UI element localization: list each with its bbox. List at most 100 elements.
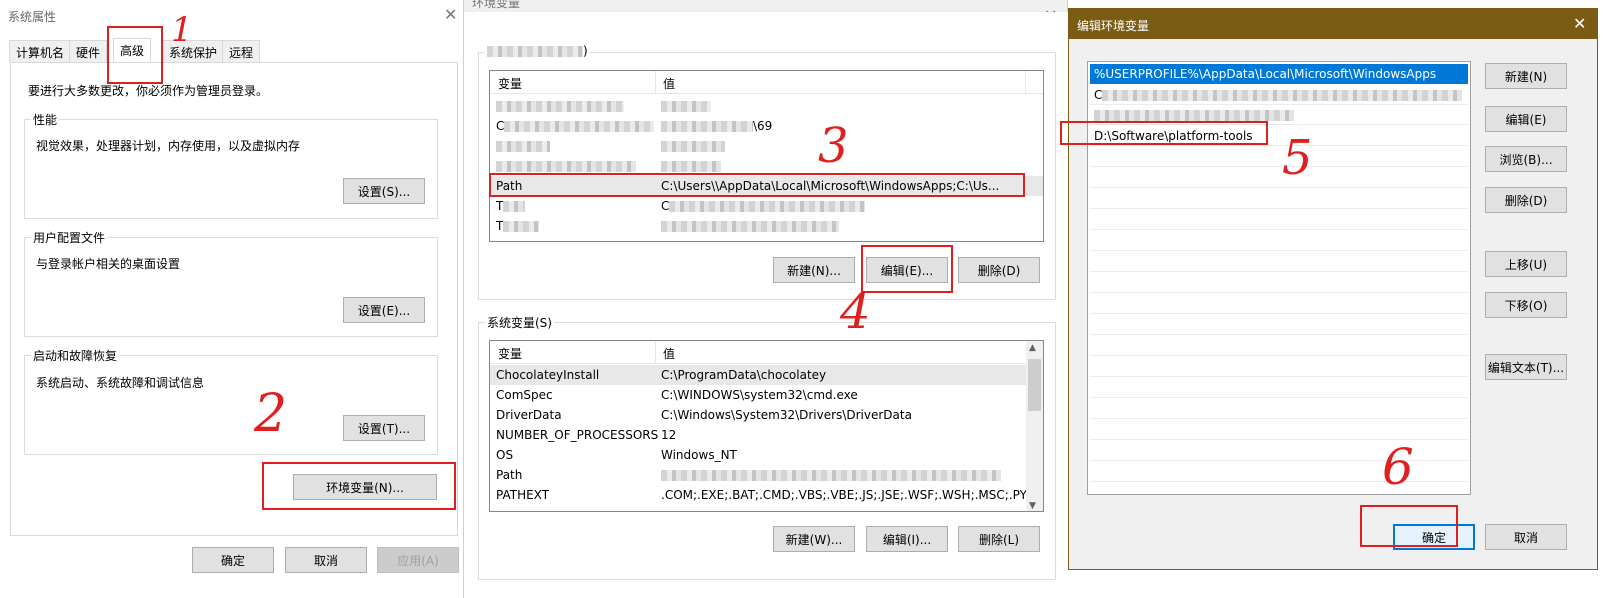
cell-value: .COM;.EXE;.BAT;.CMD;.VBS;.VBE;.JS;.JSE;.… bbox=[661, 488, 1044, 502]
title-bar: 系统属性 ✕ bbox=[0, 0, 464, 30]
system-new-button[interactable]: 新建(W)... bbox=[773, 526, 855, 552]
header-value[interactable]: 值 bbox=[663, 345, 675, 362]
window-title: 系统属性 bbox=[8, 10, 57, 24]
cell-value: C:\WINDOWS\system32\cmd.exe bbox=[661, 388, 858, 402]
performance-desc: 视觉效果，处理器计划，内存使用，以及虚拟内存 bbox=[36, 139, 301, 153]
cell-value: Windows_NT bbox=[661, 448, 737, 462]
cell-name: ComSpec bbox=[496, 388, 553, 402]
header-value[interactable]: 值 bbox=[663, 75, 675, 92]
user-new-button[interactable]: 新建(N)... bbox=[773, 257, 855, 283]
close-icon[interactable]: ✕ bbox=[1573, 14, 1586, 33]
tab-computer-name[interactable]: 计算机名 bbox=[9, 40, 72, 62]
annotation-step-1: 1 bbox=[171, 10, 193, 50]
ok-button[interactable]: 确定 bbox=[192, 547, 274, 573]
header-variable[interactable]: 变量 bbox=[498, 75, 522, 92]
cell-name: PATHEXT bbox=[496, 488, 550, 502]
edit-button[interactable]: 编辑(E) bbox=[1485, 106, 1567, 132]
annotation-box-advanced-tab bbox=[107, 26, 163, 84]
browse-button[interactable]: 浏览(B)... bbox=[1485, 146, 1567, 172]
system-edit-button[interactable]: 编辑(I)... bbox=[866, 526, 948, 552]
cell-name: T bbox=[496, 219, 504, 233]
list-item[interactable]: C bbox=[1090, 85, 1468, 105]
table-row[interactable]: ComSpec C:\WINDOWS\system32\cmd.exe bbox=[490, 385, 1026, 405]
cell-name: T bbox=[496, 199, 504, 213]
user-variables-title: ) bbox=[485, 44, 590, 58]
table-row[interactable]: OS Windows_NT bbox=[490, 445, 1026, 465]
table-row[interactable]: T bbox=[490, 216, 1043, 236]
annotation-step-5: 5 bbox=[1282, 130, 1313, 186]
system-delete-button[interactable]: 删除(L) bbox=[958, 526, 1040, 552]
system-variables-title: 系统变量(S) bbox=[485, 314, 554, 331]
window-title: 编辑环境变量 bbox=[1077, 19, 1150, 33]
user-delete-button[interactable]: 删除(D) bbox=[958, 257, 1040, 283]
table-row[interactable]: NUMBER_OF_PROCESSORS 12 bbox=[490, 425, 1026, 445]
user-variables-title-suffix: ) bbox=[583, 44, 588, 58]
cancel-button[interactable]: 取消 bbox=[1485, 524, 1567, 550]
header-variable[interactable]: 变量 bbox=[498, 345, 522, 362]
edit-text-button[interactable]: 编辑文本(T)... bbox=[1485, 354, 1567, 380]
table-row[interactable]: PATHEXT .COM;.EXE;.BAT;.CMD;.VBS;.VBE;.J… bbox=[490, 485, 1043, 505]
list-header: 变量 值 bbox=[490, 71, 1043, 94]
move-up-button[interactable]: 上移(U) bbox=[1485, 251, 1567, 277]
table-row[interactable]: DriverData C:\Windows\System32\Drivers\D… bbox=[490, 405, 1026, 425]
cancel-button[interactable]: 取消 bbox=[285, 547, 367, 573]
tab-remote[interactable]: 远程 bbox=[222, 40, 261, 62]
cell-value: C bbox=[661, 199, 670, 213]
list-header: 变量 值 bbox=[490, 341, 1043, 364]
move-down-button[interactable]: 下移(O) bbox=[1485, 292, 1567, 318]
cell-name: Path bbox=[496, 468, 523, 482]
tab-hardware[interactable]: 硬件 bbox=[69, 40, 108, 62]
cell-value: \69 bbox=[753, 119, 773, 133]
cell-name: NUMBER_OF_PROCESSORS bbox=[496, 428, 659, 442]
title-bar: 编辑环境变量 ✕ bbox=[1069, 9, 1597, 39]
cell-value: 12 bbox=[661, 428, 677, 442]
performance-title: 性能 bbox=[31, 111, 60, 128]
scrollbar-thumb[interactable] bbox=[1028, 359, 1041, 411]
cell-name: OS bbox=[496, 448, 514, 462]
chevron-up-icon[interactable]: ▲ bbox=[1029, 343, 1036, 353]
cell-name: C bbox=[496, 119, 505, 133]
table-row[interactable]: ChocolateyInstall C:\ProgramData\chocola… bbox=[490, 365, 1026, 385]
user-profile-desc: 与登录帐户相关的桌面设置 bbox=[36, 257, 181, 271]
table-row[interactable] bbox=[490, 96, 1043, 116]
close-icon[interactable]: ✕ bbox=[444, 5, 457, 24]
annotation-box-new-path-entry bbox=[1060, 121, 1268, 145]
entry-text: C bbox=[1094, 88, 1103, 102]
annotation-step-4: 4 bbox=[840, 284, 871, 340]
annotation-box-env-button bbox=[262, 462, 456, 510]
annotation-step-2: 2 bbox=[254, 384, 288, 444]
apply-button[interactable]: 应用(A) bbox=[377, 547, 459, 573]
user-profile-settings-button[interactable]: 设置(E)... bbox=[343, 297, 425, 323]
user-profile-title: 用户配置文件 bbox=[31, 229, 108, 246]
edit-environment-variable-window: 编辑环境变量 ✕ %USERPROFILE%\AppData\Local\Mic… bbox=[1068, 8, 1598, 570]
environment-variables-window: 环境变量 ✕ ) 变量 值 C \69 Pat bbox=[464, 0, 1068, 598]
cell-name: DriverData bbox=[496, 408, 562, 422]
window-title: 环境变量 bbox=[472, 0, 521, 10]
performance-settings-button[interactable]: 设置(S)... bbox=[343, 178, 425, 204]
delete-button[interactable]: 删除(D) bbox=[1485, 187, 1567, 213]
cell-value: C:\ProgramData\chocolatey bbox=[661, 368, 827, 382]
annotation-box-edit-button bbox=[861, 245, 953, 293]
startup-recovery-desc: 系统启动、系统故障和调试信息 bbox=[36, 376, 205, 390]
table-row[interactable]: C \69 bbox=[490, 116, 1043, 136]
table-row[interactable]: T C bbox=[490, 196, 1043, 216]
startup-recovery-title: 启动和故障恢复 bbox=[31, 347, 120, 364]
table-row[interactable] bbox=[490, 136, 1043, 156]
new-button[interactable]: 新建(N) bbox=[1485, 63, 1567, 89]
user-variables-list[interactable]: 变量 值 C \69 Path C:\Users\\AppData\Local\… bbox=[489, 70, 1044, 242]
system-variables-list[interactable]: 变量 值 ChocolateyInstall C:\ProgramData\ch… bbox=[489, 340, 1044, 512]
performance-group: 性能 bbox=[24, 111, 438, 219]
list-item[interactable]: %USERPROFILE%\AppData\Local\Microsoft\Wi… bbox=[1090, 64, 1468, 84]
entry-text: %USERPROFILE%\AppData\Local\Microsoft\Wi… bbox=[1094, 67, 1437, 81]
annotation-step-6: 6 bbox=[1382, 438, 1414, 496]
admin-note: 要进行大多数更改，你必须作为管理员登录。 bbox=[28, 84, 269, 98]
annotation-box-ok-button bbox=[1360, 505, 1458, 547]
annotation-step-3: 3 bbox=[818, 118, 849, 174]
cell-value: C:\Windows\System32\Drivers\DriverData bbox=[661, 408, 912, 422]
annotation-box-path-row bbox=[489, 173, 1025, 197]
startup-recovery-settings-button[interactable]: 设置(T)... bbox=[343, 415, 425, 441]
table-row[interactable]: Path bbox=[490, 465, 1026, 485]
scrollbar[interactable]: ▲ ▼ bbox=[1026, 341, 1043, 511]
chevron-down-icon[interactable]: ▼ bbox=[1029, 501, 1036, 511]
cell-name: ChocolateyInstall bbox=[496, 368, 600, 382]
